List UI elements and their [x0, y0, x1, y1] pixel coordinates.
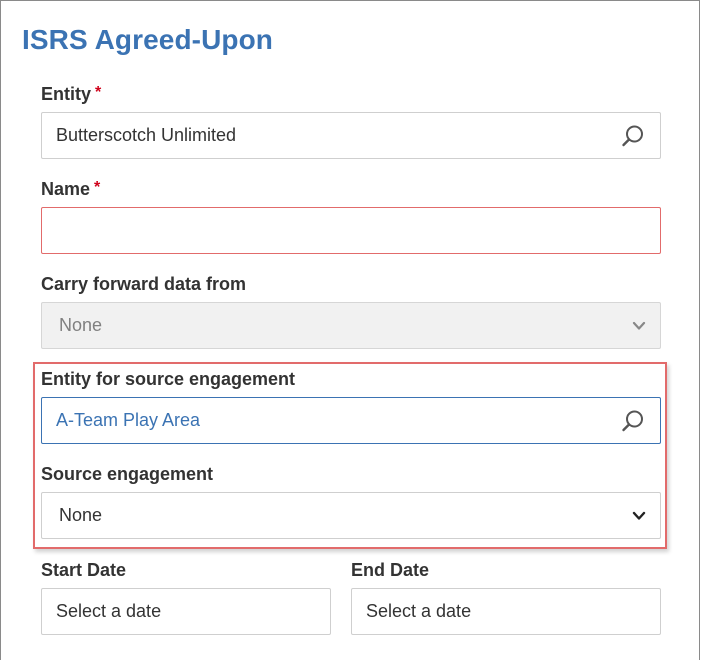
entity-label: Entity *: [41, 84, 101, 105]
chevron-down-icon: [632, 321, 646, 331]
entity-search-field[interactable]: Butterscotch Unlimited: [41, 112, 661, 159]
source-entity-label: Entity for source engagement: [41, 369, 296, 389]
end-date-label: End Date: [351, 560, 430, 580]
start-date-placeholder: Select a date: [56, 601, 162, 621]
end-date-field[interactable]: Select a date: [351, 588, 661, 635]
carry-forward-select[interactable]: None: [41, 302, 661, 349]
source-engagement-select[interactable]: None: [41, 492, 661, 539]
name-label: Name *: [41, 179, 100, 200]
source-entity-value: A-Team Play Area: [56, 410, 201, 430]
chevron-down-icon: [632, 511, 646, 521]
entity-label-text: Entity: [41, 84, 92, 104]
required-marker: *: [95, 84, 102, 101]
required-marker: *: [94, 179, 101, 196]
name-input[interactable]: [41, 207, 661, 254]
end-date-placeholder: Select a date: [366, 601, 472, 621]
source-engagement-selected: None: [59, 505, 103, 525]
carry-forward-label: Carry forward data from: [41, 274, 247, 294]
page-title: ISRS Agreed-Upon: [22, 24, 274, 55]
start-date-field[interactable]: Select a date: [41, 588, 331, 635]
search-icon[interactable]: [620, 408, 646, 434]
start-date-label: Start Date: [41, 560, 127, 580]
entity-value: Butterscotch Unlimited: [56, 125, 237, 145]
name-label-text: Name: [41, 179, 91, 199]
source-entity-search-field[interactable]: A-Team Play Area: [41, 397, 661, 444]
carry-forward-selected: None: [59, 315, 103, 335]
search-icon[interactable]: [620, 123, 646, 149]
source-engagement-label: Source engagement: [41, 464, 214, 484]
